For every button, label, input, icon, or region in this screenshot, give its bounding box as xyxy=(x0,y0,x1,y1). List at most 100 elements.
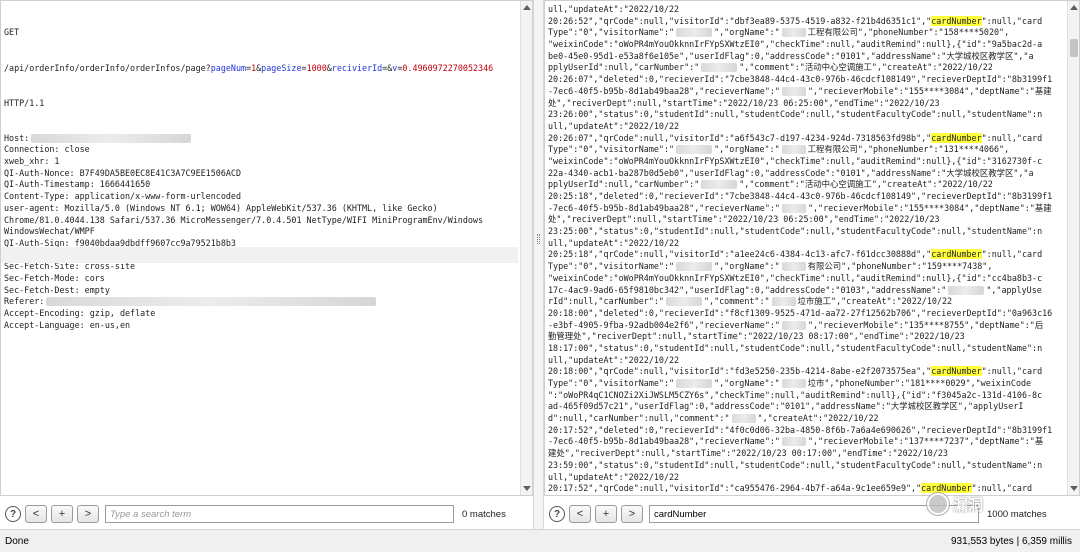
request-text[interactable]: GET /api/orderInfo/orderInfo/orderInfos/… xyxy=(4,4,518,355)
response-size-timing: 931,553 bytes | 6,359 millis xyxy=(950,535,1072,547)
response-line: 20:18:00","deleted":0,"recieverId":"f8cf… xyxy=(548,307,1053,318)
response-line: Type":"0","visitorName":" ","orgName":" 工程… xyxy=(548,27,1010,38)
redacted-value xyxy=(948,285,985,295)
response-line: 勤管理处","reciverDept":null,"startTime":"20… xyxy=(548,331,965,342)
request-header-line: Referer: xyxy=(4,296,518,308)
response-line: -7ec6-40f5-b95b-8d1ab49baa28","recieverN… xyxy=(548,85,1052,96)
response-line: ull,"updateAt":"2022/10/22 xyxy=(548,120,680,131)
redacted-value xyxy=(781,203,806,213)
redacted-value xyxy=(781,86,806,96)
next-match-button[interactable]: > xyxy=(77,505,99,523)
response-text[interactable]: ull,"updateAt":"2022/10/22 20:26:52","qrC… xyxy=(548,4,1063,495)
response-line: 20:17:52","deleted":0,"recieverId":"4f0c… xyxy=(548,424,1053,435)
previous-match-button[interactable]: < xyxy=(569,505,591,523)
previous-match-button[interactable]: < xyxy=(25,505,47,523)
request-header-line: Sec-Fetch-Dest: empty xyxy=(4,284,110,295)
response-line: 23:26:00","status":0,"studentId":null,"s… xyxy=(548,109,1043,120)
request-header-line: WindowsWechat/WMPF xyxy=(4,226,95,237)
add-search-button[interactable]: + xyxy=(51,505,73,523)
response-line: "weixinCode":"oWoPR4mYouOkknnIrFYpSXWtzE… xyxy=(548,155,1043,166)
response-line: d":null,"carNumber":null,"comment":" ","c… xyxy=(548,413,879,424)
request-header-line: Host: xyxy=(4,133,518,145)
response-pane[interactable]: ull,"updateAt":"2022/10/22 20:26:52","qrC… xyxy=(544,0,1080,496)
response-line: 处","reciverDept":null,"startTime":"2022/… xyxy=(548,97,940,108)
scroll-down-arrow-icon[interactable] xyxy=(523,486,531,491)
redacted-value xyxy=(676,379,713,388)
pane-splitter[interactable] xyxy=(533,0,544,529)
response-line: ad-465f09d57c21","userIdFlag":0,"address… xyxy=(548,401,1024,412)
search-highlight: cardNumber xyxy=(931,15,982,26)
url-param-name: pageNum xyxy=(210,62,247,73)
request-headers: Host: Connection: close xweb_xhr: 1 QI-Auth… xyxy=(4,133,518,332)
response-scrollbar[interactable] xyxy=(1067,1,1079,495)
response-line: 处","reciverDept":null,"startTime":"2022/… xyxy=(548,214,940,225)
redacted-value xyxy=(701,63,738,73)
response-line: be0-45e0-95d1-e53a8f6e105e","userIdFlag"… xyxy=(548,50,1034,61)
response-line: Type":"0","visitorName":" ","orgName":" 工程… xyxy=(548,144,1010,155)
response-line: 20:18:00","qrCode":null,"visitorId":"fd3… xyxy=(548,366,1043,377)
request-search-bar: ? < + > Type a search term 0 matches xyxy=(0,500,533,528)
redacted-value xyxy=(731,414,756,424)
redacted-value xyxy=(781,145,806,155)
help-icon[interactable]: ? xyxy=(5,506,21,522)
redacted-value xyxy=(781,320,806,330)
response-line: pplyUserId":null,"carNumber":" ","comment… xyxy=(548,62,993,73)
scroll-down-arrow-icon[interactable] xyxy=(1070,486,1078,491)
request-url-path: /api/orderInfo/orderInfo/orderInfos/page… xyxy=(4,62,211,73)
response-line: ull,"updateAt":"2022/10/22 xyxy=(548,471,680,482)
response-line: 建处","reciverDept":null,"startTime":"2022… xyxy=(548,448,948,459)
request-header-line: QI-Auth-Nonce: B7F49DA5BE0EC8E41C3A7C9EE… xyxy=(4,167,241,178)
status-bar: Done 931,553 bytes | 6,359 millis xyxy=(0,529,1080,552)
watermark-logo-icon xyxy=(927,493,949,515)
redacted-value xyxy=(665,297,702,307)
request-header-line: user-agent: Mozilla/5.0 (Windows NT 6.1;… xyxy=(4,202,438,213)
response-scroll-thumb[interactable] xyxy=(1070,39,1078,57)
request-url-params: pageNum=1&pageSize=1000&recivierId=&v=0.… xyxy=(210,62,494,73)
url-param-name: pageSize xyxy=(261,62,302,73)
help-icon[interactable]: ? xyxy=(549,506,565,522)
request-match-count: 0 matches xyxy=(462,508,506,520)
response-line: ull,"updateAt":"2022/10/22 xyxy=(548,4,680,14)
redacted-referer xyxy=(46,297,377,307)
response-line: rId":null,"carNumber":" ","comment":" 垃市施工… xyxy=(548,296,953,307)
redacted-value xyxy=(676,262,713,272)
response-line: 17c-4ac9-9ad6-65f9810bc342","userIdFlag"… xyxy=(548,284,1042,295)
request-header-line: Sec-Fetch-Site: cross-site xyxy=(4,261,136,272)
request-method-line: GET xyxy=(4,27,20,38)
request-header-line: Connection: close xyxy=(4,144,90,155)
url-param-value: 0.4960972270052346 xyxy=(402,62,494,73)
splitter-grip-icon[interactable] xyxy=(537,234,540,244)
request-header-line: xweb_xhr: 1 xyxy=(4,156,60,167)
response-line: 20:26:52","qrCode":null,"visitorId":"dbf… xyxy=(548,15,1043,26)
search-highlight: cardNumber xyxy=(931,366,982,377)
response-line: -e3bf-4905-9fba-92adb004e2f6","recieverN… xyxy=(548,319,1044,330)
redacted-value xyxy=(781,262,806,272)
url-param-name: recivierId xyxy=(331,62,383,73)
redacted-value xyxy=(781,28,806,38)
redacted-value xyxy=(771,297,796,307)
scroll-up-arrow-icon[interactable] xyxy=(1070,5,1078,10)
request-body-separator xyxy=(1,247,518,263)
response-line: 20:26:07","qrCode":null,"visitorId":"a6f… xyxy=(548,132,1043,143)
response-line: Type":"0","visitorName":" ","orgName":" 有限… xyxy=(548,261,993,272)
request-header-line: Accept-Language: en-us,en xyxy=(4,319,131,330)
search-highlight: cardNumber xyxy=(931,132,982,143)
response-line: 20:25:18","deleted":0,"recieverId":"7cbe… xyxy=(548,191,1053,201)
request-scrollbar[interactable] xyxy=(520,1,532,495)
scroll-up-arrow-icon[interactable] xyxy=(523,5,531,10)
response-line: 22a-4340-acb1-ba287b0d5eb0","userIdFlag"… xyxy=(548,167,1034,178)
redacted-value xyxy=(701,180,738,190)
request-search-input[interactable]: Type a search term xyxy=(105,505,454,523)
add-search-button[interactable]: + xyxy=(595,505,617,523)
response-line: -7ec6-40f5-b95b-8d1ab49baa28","recieverN… xyxy=(548,436,1044,447)
response-line: Type":"0","visitorName":" ","orgName":" 垃市… xyxy=(548,378,1032,388)
next-match-button[interactable]: > xyxy=(621,505,643,523)
response-line: "weixinCode":"oWoPR4mYouOkknnIrFYpSXWtzE… xyxy=(548,272,1043,283)
request-pane[interactable]: GET /api/orderInfo/orderInfo/orderInfos/… xyxy=(0,0,533,496)
response-line: 23:59:00","status":0,"studentId":null,"s… xyxy=(548,459,1043,470)
response-line: ull,"updateAt":"2022/10/22 xyxy=(548,354,680,365)
request-header-line: QI-Auth-Timestamp: 1666441650 xyxy=(4,179,151,190)
url-param-value: 1000 xyxy=(306,62,327,73)
redacted-value xyxy=(676,28,713,38)
response-line: 23:25:00","status":0,"studentId":null,"s… xyxy=(548,226,1043,237)
